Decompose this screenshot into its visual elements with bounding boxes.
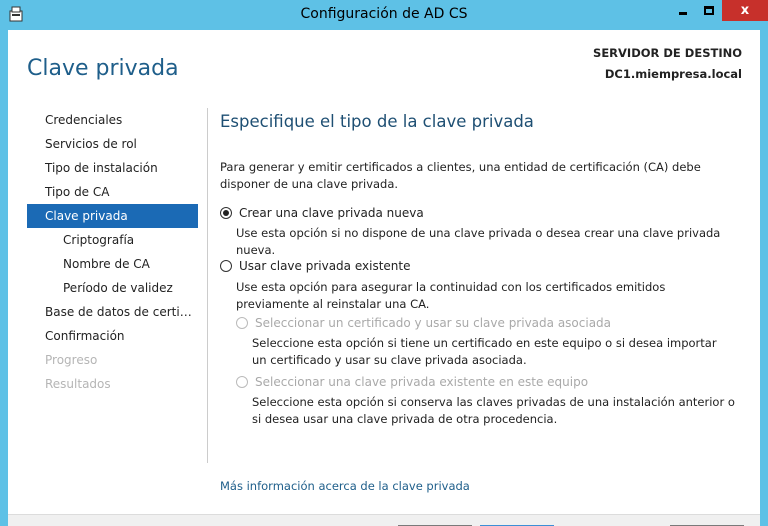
nav-item-tipo-de-ca[interactable]: Tipo de CA (27, 180, 198, 204)
window-title: Configuración de AD CS (300, 6, 468, 22)
sub-option-select-cert: Seleccionar un certificado y usar su cla… (236, 316, 611, 330)
nav-divider (207, 108, 208, 463)
nav-item-resultados: Resultados (45, 377, 111, 391)
sub-option-select-cert-description: Seleccione esta opción si tiene un certi… (252, 336, 717, 367)
title-bar: Configuración de AD CS x (0, 0, 768, 30)
close-button[interactable]: x (722, 0, 768, 21)
nav-item-servicios-de-rol[interactable]: Servicios de rol (27, 132, 198, 156)
wizard-nav: Credenciales Servicios de rol Tipo de in… (27, 108, 198, 396)
option-new-key-label: Crear una clave privada nueva (239, 206, 424, 220)
radio-new-key[interactable] (220, 207, 232, 219)
close-icon: x (740, 3, 750, 18)
maximize-button[interactable] (696, 0, 722, 21)
nav-item-base-de-datos[interactable]: Base de datos de certifica... (27, 300, 198, 324)
more-info-link[interactable]: Más información acerca de la clave priva… (220, 479, 470, 493)
option-existing-key[interactable]: Usar clave privada existente (220, 259, 411, 273)
radio-select-key (236, 376, 248, 388)
option-new-key-description: Use esta opción si no dispone de una cla… (236, 226, 721, 257)
sub-option-select-key-label: Seleccionar una clave privada existente … (255, 375, 589, 389)
nav-item-nombre-de-ca[interactable]: Nombre de CA (27, 252, 198, 276)
destination-server-name: DC1.miempresa.local (604, 67, 742, 81)
nav-item-periodo-de-validez[interactable]: Período de validez (27, 276, 198, 300)
maximize-icon (704, 6, 714, 15)
nav-item-tipo-de-instalacion[interactable]: Tipo de instalación (27, 156, 198, 180)
wizard-client-area: Clave privada SERVIDOR DE DESTINO DC1.mi… (8, 30, 760, 526)
radio-existing-key[interactable] (220, 260, 232, 272)
radio-select-cert (236, 317, 248, 329)
content-pane: Especifique el tipo de la clave privada … (220, 108, 740, 426)
sub-option-select-cert-label: Seleccionar un certificado y usar su cla… (255, 316, 612, 330)
nav-item-confirmacion[interactable]: Confirmación (27, 324, 198, 348)
minimize-button[interactable] (670, 0, 696, 21)
sub-option-select-key-description: Seleccione esta opción si conserva las c… (252, 395, 735, 426)
option-existing-key-label: Usar clave privada existente (239, 259, 411, 273)
destination-server-label: SERVIDOR DE DESTINO (593, 46, 742, 60)
option-new-key[interactable]: Crear una clave privada nueva (220, 206, 424, 220)
section-heading: Especifique el tipo de la clave privada (220, 112, 534, 131)
nav-item-progreso: Progreso (45, 353, 98, 367)
button-bar (8, 514, 760, 526)
minimize-icon (679, 12, 687, 15)
nav-item-criptografia[interactable]: Criptografía (27, 228, 198, 252)
sub-option-select-key: Seleccionar una clave privada existente … (236, 375, 588, 389)
intro-text: Para generar y emitir certificados a cli… (220, 160, 701, 191)
page-title: Clave privada (27, 56, 179, 81)
nav-item-clave-privada[interactable]: Clave privada (27, 204, 198, 228)
nav-item-credenciales[interactable]: Credenciales (27, 108, 198, 132)
option-existing-key-description: Use esta opción para asegurar la continu… (236, 280, 666, 311)
